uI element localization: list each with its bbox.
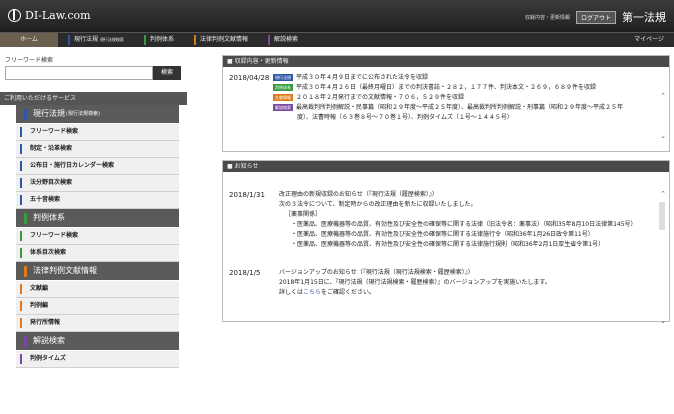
scroll-up-icon[interactable]: ⌃ bbox=[660, 92, 666, 100]
nav-genko[interactable]: 現行法規 現行法規検索 bbox=[70, 33, 134, 47]
freeword-label: フリーワード検索 bbox=[5, 57, 54, 64]
group-marker bbox=[24, 212, 27, 224]
news-heading: ■ お知らせ bbox=[223, 161, 669, 172]
nav-bunken[interactable]: 法律判例文献情報 bbox=[196, 33, 258, 47]
group-taikei[interactable]: 判例体系 bbox=[16, 209, 179, 228]
services-heading: ご利用いただけるサービス bbox=[0, 92, 187, 105]
freeword-input[interactable] bbox=[5, 66, 153, 80]
menu-genko-gojuon[interactable]: 五十音検索 bbox=[16, 192, 179, 209]
menu-genko-seitei[interactable]: 制定・沿革検索 bbox=[16, 141, 179, 158]
update-line: 現行法規 平成３０年４月９日までに公布された法令を収録 bbox=[273, 74, 429, 81]
menu-kaisetsu-times[interactable]: 判例タイムズ bbox=[16, 351, 179, 368]
news-item: 2018/1/31 改正理由の新規収録のお知らせ（『現行法規（履歴検索）』） 次… bbox=[229, 190, 649, 250]
updates-panel: ■ 収録内容・更新情報 2018/04/28 現行法規 平成３０年４月９日までに公… bbox=[222, 55, 670, 152]
detail-link[interactable]: こちら bbox=[303, 289, 321, 296]
logo-text: DI-Law.com bbox=[25, 9, 91, 22]
group-marker bbox=[24, 335, 27, 347]
update-line: 解説検索 最高裁判所判例解説・民事篇（昭和２９年度〜平成２５年度）、最高裁判所判例… bbox=[273, 104, 624, 111]
update-line: 判例体系 平成３０年４月２６日（最終月曜日）までの判決書誌・２８２，１７７件、判決… bbox=[273, 84, 597, 91]
nav-kaisetsu[interactable]: 解説検索 bbox=[270, 33, 308, 47]
news-date: 2018/1/31 bbox=[229, 191, 265, 199]
menu-bunken-bunken[interactable]: 文献編 bbox=[16, 281, 179, 298]
site-logo[interactable]: DI-Law.com bbox=[8, 9, 91, 22]
news-title: 改正理由の新規収録のお知らせ（『現行法規（履歴検索）』） bbox=[279, 191, 438, 198]
main-nav: ホーム 現行法規 現行法規検索 判例体系 法律判例文献情報 解説検索 マイページ bbox=[0, 32, 674, 47]
group-genko[interactable]: 現行法規 (現行法規検索) bbox=[16, 105, 179, 124]
news-date: 2018/1/5 bbox=[229, 269, 261, 277]
scrollbar-thumb[interactable] bbox=[659, 202, 665, 230]
logout-button[interactable]: ログアウト bbox=[575, 10, 616, 24]
nav-home[interactable]: ホーム bbox=[0, 33, 58, 47]
group-marker bbox=[24, 265, 27, 277]
update-line: 文献情報 ２０１８年２月発行までの文献情報・７０６，５２９件を収録 bbox=[273, 94, 465, 101]
scroll-down-icon[interactable]: ⌄ bbox=[660, 132, 666, 140]
menu-bunken-hanrei[interactable]: 判例編 bbox=[16, 298, 179, 315]
menu-taikei-freeword[interactable]: フリーワード検索 bbox=[16, 228, 179, 245]
group-bunken[interactable]: 法律判例文献情報 bbox=[16, 262, 179, 281]
news-title: バージョンアップのお知らせ（『現行法規（現行法規検索・履歴検索）』） bbox=[279, 269, 474, 276]
company-name: 第一法規 bbox=[622, 11, 666, 24]
scroll-up-icon[interactable]: ⌃ bbox=[660, 190, 666, 198]
logo-icon bbox=[8, 9, 21, 22]
group-kaisetsu[interactable]: 解説検索 bbox=[16, 332, 179, 351]
news-item: 2018/1/5 バージョンアップのお知らせ（『現行法規（現行法規検索・履歴検索… bbox=[229, 268, 649, 298]
search-button[interactable]: 検索 bbox=[153, 66, 181, 80]
menu-bunken-hakko[interactable]: 発行所情報 bbox=[16, 315, 179, 332]
scroll-down-icon[interactable]: ⌄ bbox=[660, 317, 666, 325]
menu-genko-bunya[interactable]: 法分野目次検索 bbox=[16, 175, 179, 192]
top-bar: DI-Law.com 収録内容・更新情報 ログアウト 第一法規 bbox=[0, 0, 674, 32]
news-panel: ■ お知らせ 2018/1/31 改正理由の新規収録のお知らせ（『現行法規（履歴… bbox=[222, 160, 670, 325]
update-info-link[interactable]: 収録内容・更新情報 bbox=[525, 14, 570, 21]
update-line: 度）、法曹時報（６３巻８号〜７０巻１号）、判例タイムズ（１号〜１４４５号） bbox=[297, 114, 513, 121]
menu-genko-freeword[interactable]: フリーワード検索 bbox=[16, 124, 179, 141]
sidebar: フリーワード検索 検索 ご利用いただけるサービス 現行法規 (現行法規検索) フリ… bbox=[0, 55, 187, 368]
updates-heading: ■ 収録内容・更新情報 bbox=[223, 56, 669, 67]
nav-taikei[interactable]: 判例体系 bbox=[146, 33, 184, 47]
group-marker bbox=[24, 108, 27, 120]
menu-genko-calendar[interactable]: 公布日・施行日カレンダー検索 bbox=[16, 158, 179, 175]
nav-mypage[interactable]: マイページ bbox=[624, 33, 674, 47]
updates-date: 2018/04/28 bbox=[229, 74, 270, 82]
menu-taikei-mokuji[interactable]: 体系目次検索 bbox=[16, 245, 179, 262]
